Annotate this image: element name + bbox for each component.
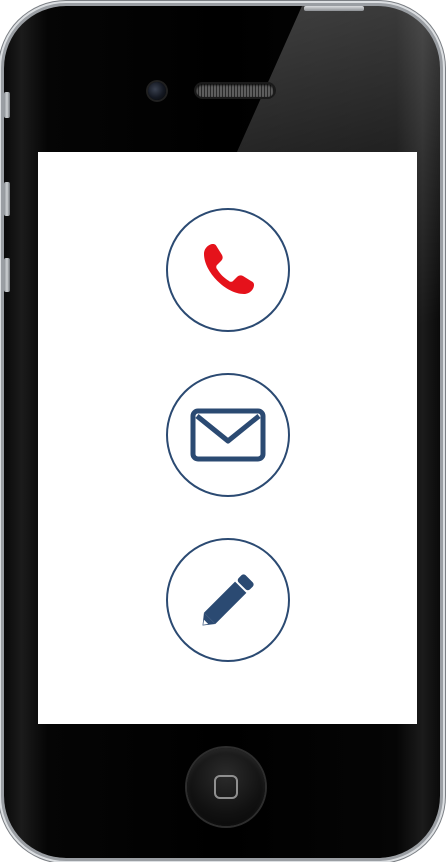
volume-down-button[interactable] [4,258,10,292]
front-camera-icon [148,82,166,100]
call-button[interactable] [166,208,290,332]
pencil-icon [192,564,264,636]
volume-up-button[interactable] [4,182,10,216]
home-button[interactable] [187,748,265,826]
mute-switch[interactable] [4,92,10,118]
home-square-icon [214,775,238,799]
earpiece-speaker-icon [196,84,274,97]
write-button[interactable] [166,538,290,662]
stage [0,0,446,862]
phone-screen [38,152,417,724]
phone-frame [4,6,440,858]
power-button[interactable] [304,6,364,11]
envelope-icon [189,405,267,465]
email-button[interactable] [166,373,290,497]
phone-icon [196,238,260,302]
